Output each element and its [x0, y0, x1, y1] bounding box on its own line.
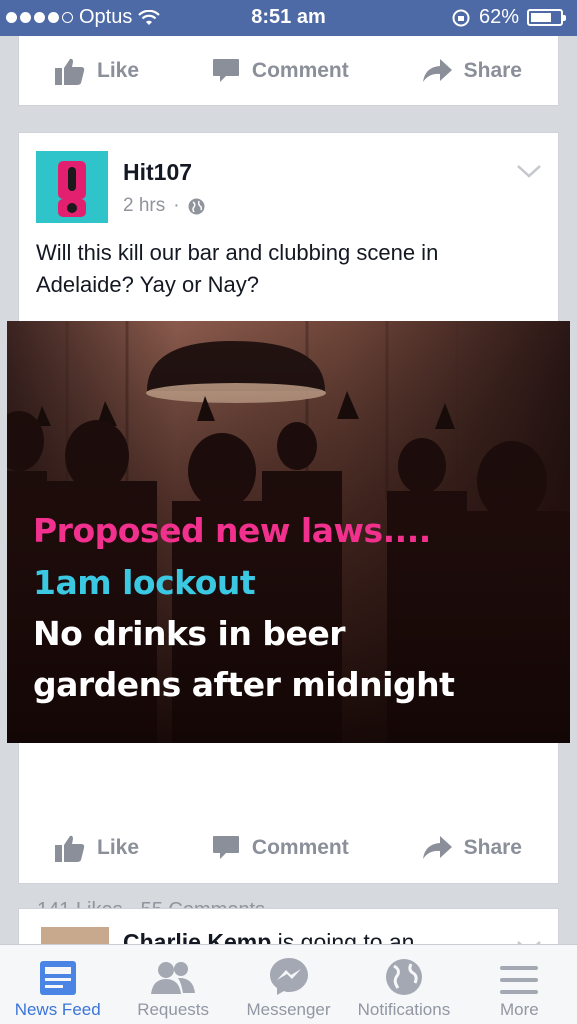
menu-icon: [500, 966, 539, 994]
like-button[interactable]: Like: [55, 834, 139, 862]
overlay-text-no-drinks: No drinks in beer: [33, 614, 346, 653]
tab-news-feed[interactable]: News Feed: [0, 945, 115, 1024]
requests-icon: [151, 962, 196, 994]
tab-requests[interactable]: Requests: [115, 945, 230, 1024]
page-avatar[interactable]: [36, 151, 108, 223]
rotation-lock-icon: [452, 9, 470, 26]
share-button[interactable]: Share: [422, 59, 522, 83]
comment-button[interactable]: Comment: [212, 835, 349, 861]
overlay-text-beer-gardens: gardens after midnight: [33, 665, 455, 704]
comment-icon: [212, 836, 239, 859]
status-bar: Optus 8:51 am 62%: [0, 0, 577, 36]
comment-button[interactable]: Comment: [212, 58, 349, 84]
battery-percent: 62%: [478, 6, 519, 28]
post-author[interactable]: Hit107: [123, 159, 192, 186]
post-time[interactable]: 2 hrs: [123, 195, 165, 217]
like-button[interactable]: Like: [55, 57, 139, 85]
share-arrow-icon: [422, 59, 452, 82]
comment-icon: [212, 59, 239, 82]
globe-privacy-icon: [188, 198, 205, 214]
post-text: Will this kill our bar and clubbing scen…: [36, 240, 439, 297]
messenger-icon: [269, 958, 308, 995]
overlay-text-lockout: 1am lockout: [33, 563, 256, 602]
tab-notifications[interactable]: Notifications: [346, 945, 461, 1024]
thumbs-up-icon: [55, 58, 85, 85]
bottom-tab-bar: News Feed Requests Messenger Notificatio…: [0, 944, 577, 1024]
post-photo[interactable]: Proposed new laws.... 1am lockout No dri…: [7, 321, 570, 743]
globe-icon: [385, 959, 422, 995]
share-button[interactable]: Share: [422, 836, 522, 860]
chevron-down-icon[interactable]: [516, 163, 542, 179]
battery-icon: [527, 9, 566, 26]
tab-more[interactable]: More: [462, 945, 577, 1024]
thumbs-up-icon: [55, 835, 85, 862]
exclamation-logo-icon: [58, 161, 86, 217]
meta-separator: ·: [173, 195, 180, 216]
previous-post-card: Like Comment Share: [18, 36, 559, 106]
overlay-text-proposed-laws: Proposed new laws....: [33, 511, 431, 550]
news-feed-icon: [39, 961, 76, 995]
post-meta: 2 hrs ·: [123, 195, 205, 217]
tab-messenger[interactable]: Messenger: [231, 945, 346, 1024]
share-arrow-icon: [422, 836, 452, 859]
